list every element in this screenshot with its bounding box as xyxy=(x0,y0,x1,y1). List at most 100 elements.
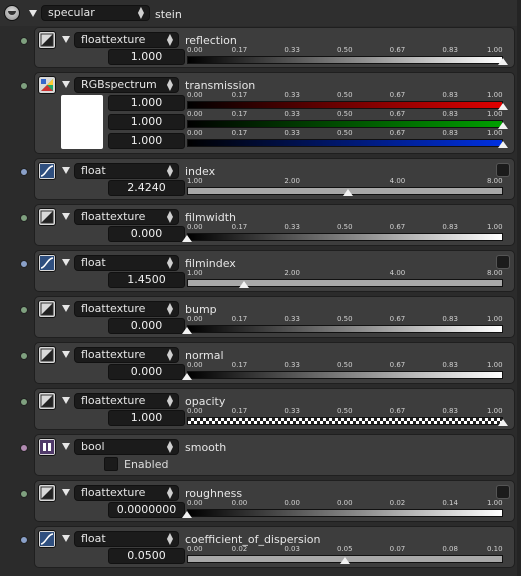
collapse-triangle-icon[interactable] xyxy=(62,81,70,88)
slider-track[interactable] xyxy=(187,325,503,333)
slider-track[interactable] xyxy=(187,279,503,287)
bool-icon[interactable] xyxy=(38,438,56,456)
enabled-checkbox[interactable] xyxy=(104,457,118,471)
texture-icon[interactable] xyxy=(38,300,56,318)
input-socket[interactable] xyxy=(20,490,28,498)
type-dropdown[interactable]: floattexture ▲ ▼ xyxy=(74,485,179,501)
collapse-triangle-icon[interactable] xyxy=(62,36,70,43)
float-curve-icon[interactable] xyxy=(38,530,56,548)
slider[interactable]: 0.00 0.00 0.00 0.00 0.02 0.14 1.00 xyxy=(182,499,503,525)
input-socket[interactable] xyxy=(20,536,28,544)
collapse-triangle-icon[interactable] xyxy=(62,213,70,220)
value-field[interactable]: 0.000 xyxy=(108,364,185,380)
value-field[interactable]: 1.000 xyxy=(108,95,185,111)
type-dropdown[interactable]: floattexture ▲ ▼ xyxy=(74,209,179,225)
collapse-triangle-icon[interactable] xyxy=(29,10,37,17)
slider-thumb[interactable] xyxy=(498,141,508,148)
texture-icon[interactable] xyxy=(38,346,56,364)
value-field[interactable]: 2.4240 xyxy=(108,180,185,196)
curve-editor-button[interactable] xyxy=(496,255,510,269)
collapse-triangle-icon[interactable] xyxy=(62,397,70,404)
type-dropdown[interactable]: RGBspectrum ▲ ▼ xyxy=(74,77,179,93)
value-field[interactable]: 1.4500 xyxy=(108,272,185,288)
texture-icon[interactable] xyxy=(38,392,56,410)
collapse-triangle-icon[interactable] xyxy=(62,351,70,358)
input-socket[interactable] xyxy=(20,168,28,176)
slider-track[interactable] xyxy=(187,56,503,64)
slider[interactable]: 0.00 0.17 0.33 0.50 0.67 0.83 1.00 xyxy=(187,46,508,72)
collapse-triangle-icon[interactable] xyxy=(62,305,70,312)
value-field[interactable]: 1.000 xyxy=(108,49,185,65)
slider-track[interactable] xyxy=(187,120,503,128)
slider-thumb[interactable] xyxy=(498,122,508,129)
float-curve-icon[interactable] xyxy=(38,162,56,180)
type-dropdown[interactable]: float ▲ ▼ xyxy=(74,255,179,271)
type-dropdown[interactable]: float ▲ ▼ xyxy=(74,163,179,179)
value-field[interactable]: 0.000 xyxy=(108,226,185,242)
type-dropdown[interactable]: float ▲ ▼ xyxy=(74,531,179,547)
input-socket[interactable] xyxy=(20,306,28,314)
type-dropdown[interactable]: bool ▲ ▼ xyxy=(74,439,179,455)
slider[interactable]: 1.00 2.00 4.00 8.00 xyxy=(187,269,503,295)
slider-thumb[interactable] xyxy=(182,327,192,334)
type-dropdown[interactable]: floattexture ▲ ▼ xyxy=(74,347,179,363)
input-socket[interactable] xyxy=(20,398,28,406)
slider-ticks: 0.00 0.17 0.33 0.50 0.67 0.83 1.00 xyxy=(187,407,503,417)
value-field[interactable]: 1.000 xyxy=(108,114,185,130)
input-socket[interactable] xyxy=(20,352,28,360)
type-dropdown[interactable]: floattexture ▲ ▼ xyxy=(74,301,179,317)
curve-editor-button[interactable] xyxy=(496,163,510,177)
collapse-triangle-icon[interactable] xyxy=(62,167,70,174)
type-dropdown[interactable]: floattexture ▲ ▼ xyxy=(74,32,179,48)
value-field[interactable]: 0.0000000 xyxy=(108,502,185,518)
input-socket[interactable] xyxy=(20,444,28,452)
slider-track[interactable] xyxy=(187,417,503,425)
value-field[interactable]: 1.000 xyxy=(108,133,185,149)
slider[interactable]: 1.00 2.00 4.00 8.00 xyxy=(187,177,503,203)
input-socket[interactable] xyxy=(20,260,28,268)
tick-label: 8.00 xyxy=(487,269,503,277)
slider-track[interactable] xyxy=(187,139,503,147)
slider[interactable]: 0.00 0.17 0.33 0.50 0.67 0.83 1.00 xyxy=(187,407,508,433)
texture-icon[interactable] xyxy=(38,31,56,49)
collapse-triangle-icon[interactable] xyxy=(62,535,70,542)
texture-icon[interactable] xyxy=(38,484,56,502)
slider-track[interactable] xyxy=(187,371,503,379)
tick-label: 1.00 xyxy=(487,91,503,99)
slider-track[interactable] xyxy=(187,101,503,109)
slider-thumb[interactable] xyxy=(340,557,350,564)
float-curve-icon[interactable] xyxy=(38,254,56,272)
slider-thumb[interactable] xyxy=(238,281,249,288)
slider[interactable]: 0.00 0.17 0.33 0.50 0.67 0.83 1.00 xyxy=(182,361,503,387)
rgb-spectrum-icon[interactable] xyxy=(38,76,56,94)
slider[interactable]: 0.00 0.17 0.33 0.50 0.67 0.83 1.00 xyxy=(182,315,503,341)
slider-track[interactable] xyxy=(187,509,503,517)
slider-thumb[interactable] xyxy=(343,189,354,196)
material-type-dropdown[interactable]: specular ▲ ▼ xyxy=(41,5,150,21)
slider-track[interactable] xyxy=(187,233,503,241)
slider-thumb[interactable] xyxy=(498,419,508,426)
texture-icon[interactable] xyxy=(38,208,56,226)
collapse-triangle-icon[interactable] xyxy=(62,259,70,266)
input-socket[interactable] xyxy=(20,37,28,45)
input-socket[interactable] xyxy=(20,82,28,90)
slider[interactable]: 0.00 0.17 0.33 0.50 0.67 0.83 1.00 xyxy=(182,223,503,249)
collapse-triangle-icon[interactable] xyxy=(62,489,70,496)
value-field[interactable]: 0.000 xyxy=(108,318,185,334)
material-enable-toggle[interactable] xyxy=(4,5,20,21)
scrollbar[interactable] xyxy=(517,0,521,576)
input-socket[interactable] xyxy=(20,214,28,222)
slider[interactable]: 0.00 0.02 0.03 0.05 0.07 0.08 0.10 xyxy=(187,545,503,571)
slider-thumb[interactable] xyxy=(182,373,192,380)
type-dropdown[interactable]: floattexture ▲ ▼ xyxy=(74,393,179,409)
slider-thumb[interactable] xyxy=(182,235,192,242)
slider[interactable]: 0.00 0.17 0.33 0.50 0.67 0.83 1.00 xyxy=(187,129,508,155)
value-field[interactable]: 0.0500 xyxy=(108,548,185,564)
value-field[interactable]: 1.000 xyxy=(108,410,185,426)
slider-thumb[interactable] xyxy=(182,511,192,518)
collapse-triangle-icon[interactable] xyxy=(62,443,70,450)
slider-thumb[interactable] xyxy=(498,58,508,65)
color-swatch[interactable] xyxy=(61,95,103,149)
slider-thumb[interactable] xyxy=(498,103,508,110)
curve-editor-button[interactable] xyxy=(496,485,510,499)
